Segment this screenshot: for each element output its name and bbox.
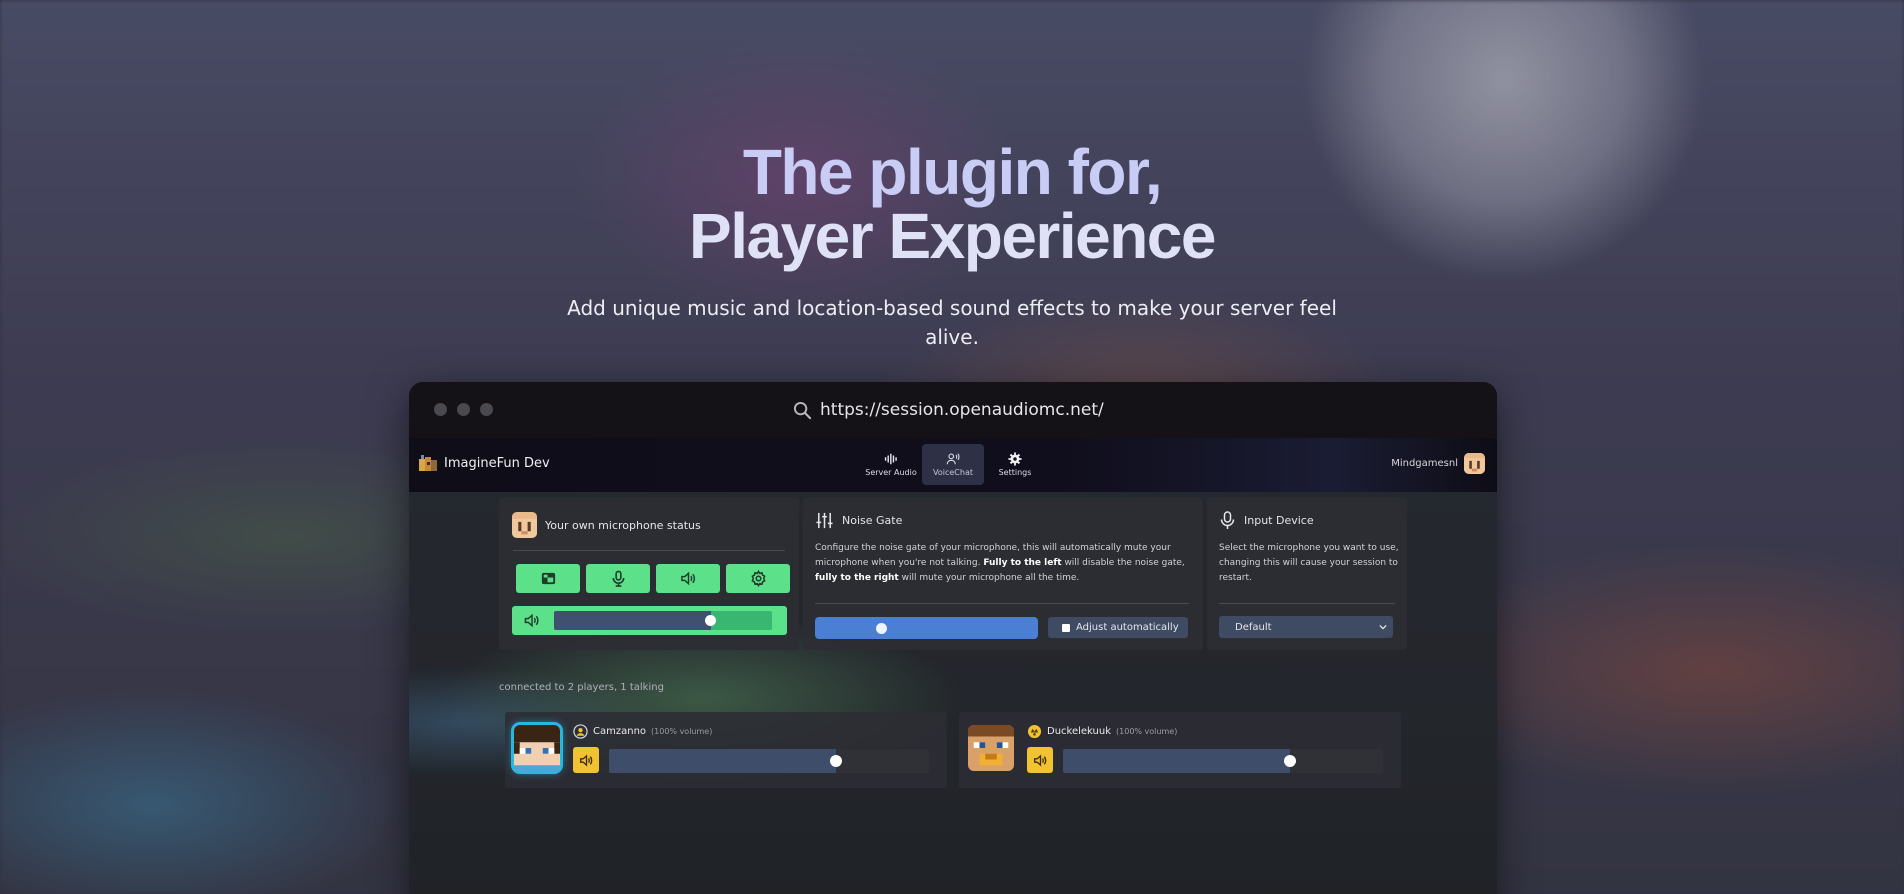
own-volume-slider[interactable] xyxy=(512,606,787,635)
window-close-dot[interactable] xyxy=(434,403,447,416)
avatar xyxy=(1464,453,1485,474)
adjust-automatically-checkbox[interactable]: Adjust automatically xyxy=(1048,617,1188,638)
badge-icon xyxy=(1027,724,1042,739)
player-volume-label: (100% volume) xyxy=(651,727,713,736)
player-name: Duckelekuuk xyxy=(1047,726,1112,737)
tab-server-audio[interactable]: Server Audio xyxy=(860,444,922,485)
player-volume-thumb[interactable] xyxy=(1284,755,1296,767)
speaker-icon xyxy=(524,613,539,628)
tab-label: Settings xyxy=(998,468,1032,477)
avatar xyxy=(968,725,1014,771)
chevron-down-icon xyxy=(1379,624,1387,630)
hero-subtitle: Add unique music and location-based soun… xyxy=(567,296,1337,349)
noise-gate-title: Noise Gate xyxy=(842,514,903,527)
hero-section: The plugin for, Player Experience Add un… xyxy=(0,140,1904,352)
tab-settings[interactable]: Settings xyxy=(984,444,1046,485)
divider xyxy=(1219,603,1395,604)
input-device-selected: Default xyxy=(1235,621,1272,633)
player-volume-slider[interactable] xyxy=(1063,749,1383,773)
browser-window: https://session.openaudiomc.net/ Imagine… xyxy=(409,382,1497,894)
player-name-row: Camzanno (100% volume) xyxy=(573,724,712,739)
gear-icon xyxy=(750,570,766,587)
tab-label: Server Audio xyxy=(865,468,917,477)
noise-gate-thumb[interactable] xyxy=(876,623,887,634)
sound-wave-icon xyxy=(884,453,897,465)
voice-chat-icon xyxy=(946,453,960,465)
brand-name: ImagineFun Dev xyxy=(444,455,550,471)
hero-title-line-1: The plugin for, xyxy=(742,136,1163,208)
gear-icon xyxy=(1008,452,1022,466)
input-device-title: Input Device xyxy=(1244,514,1314,527)
noise-gate-text-bold-1: Fully to the left xyxy=(983,558,1062,568)
input-device-header: Input Device xyxy=(1219,511,1314,530)
player-volume-slider[interactable] xyxy=(609,749,929,773)
url-text[interactable]: https://session.openaudiomc.net/ xyxy=(820,400,1104,420)
player-card: Camzanno (100% volume) xyxy=(505,712,947,788)
microphone-toggle-button[interactable] xyxy=(586,564,650,593)
speaker-icon xyxy=(579,753,592,767)
app-navbar: ImagineFun Dev Server Audio VoiceChat Se… xyxy=(409,438,1497,492)
search-icon xyxy=(793,401,812,419)
player-mute-button[interactable] xyxy=(573,747,599,773)
sliders-icon xyxy=(816,512,833,529)
player-card: Duckelekuuk (100% volume) xyxy=(959,712,1401,788)
input-device-description: Select the microphone you want to use, c… xyxy=(1219,543,1399,583)
microphone-icon xyxy=(612,570,624,587)
own-volume-track[interactable] xyxy=(554,611,772,630)
window-maximize-dot[interactable] xyxy=(480,403,493,416)
input-device-select[interactable]: Default xyxy=(1219,616,1393,638)
tab-voicechat[interactable]: VoiceChat xyxy=(922,444,984,485)
microphone-icon xyxy=(1220,511,1235,529)
user-name: Mindgamesnl xyxy=(1391,458,1458,469)
own-volume-thumb[interactable] xyxy=(705,615,716,626)
own-volume-fill xyxy=(554,611,711,630)
input-device-card: Input Device Select the microphone you w… xyxy=(1207,498,1407,650)
nav-tabs: Server Audio VoiceChat Settings xyxy=(860,444,1046,485)
brand[interactable]: ImagineFun Dev xyxy=(419,455,550,471)
player-volume-thumb[interactable] xyxy=(830,755,842,767)
user-menu[interactable]: Mindgamesnl xyxy=(1391,453,1485,474)
camera-toggle-button[interactable] xyxy=(516,564,580,593)
mic-status-title: Your own microphone status xyxy=(545,518,701,532)
mic-status-header: Your own microphone status xyxy=(512,512,701,538)
hero-title-line-2: Player Experience xyxy=(689,200,1216,272)
tab-label: VoiceChat xyxy=(933,468,973,477)
noise-gate-text-bold-2: fully to the right xyxy=(815,573,899,583)
divider xyxy=(815,603,1189,604)
address-bar[interactable]: https://session.openaudiomc.net/ xyxy=(793,397,1104,423)
connection-status: connected to 2 players, 1 talking xyxy=(499,682,664,693)
player-mute-button[interactable] xyxy=(1027,747,1053,773)
mic-settings-button[interactable] xyxy=(726,564,790,593)
avatar xyxy=(512,512,537,538)
app-viewport: ImagineFun Dev Server Audio VoiceChat Se… xyxy=(409,438,1497,894)
browser-titlebar: https://session.openaudiomc.net/ xyxy=(409,382,1497,438)
speaker-toggle-button[interactable] xyxy=(656,564,720,593)
speaker-icon xyxy=(1033,753,1046,767)
noise-gate-text-2: will disable the noise gate, xyxy=(1061,558,1185,568)
player-name: Camzanno xyxy=(593,726,647,737)
player-volume-label: (100% volume) xyxy=(1116,727,1178,736)
player-volume-fill xyxy=(609,749,836,773)
checkbox-box[interactable] xyxy=(1062,623,1070,632)
noise-gate-header: Noise Gate xyxy=(815,511,902,530)
player-name-row: Duckelekuuk (100% volume) xyxy=(1027,724,1177,739)
mic-control-buttons xyxy=(516,564,790,593)
avatar xyxy=(514,725,560,771)
window-controls xyxy=(434,403,493,416)
divider xyxy=(513,550,785,551)
hero-title: The plugin for, Player Experience xyxy=(0,140,1904,268)
brand-logo-icon xyxy=(419,455,437,471)
speaker-icon xyxy=(680,571,695,586)
adjust-automatically-label: Adjust automatically xyxy=(1076,622,1179,633)
camera-icon xyxy=(541,572,555,585)
window-minimize-dot[interactable] xyxy=(457,403,470,416)
noise-gate-slider[interactable] xyxy=(815,617,1038,639)
noise-gate-text-3: will mute your microphone all the time. xyxy=(898,573,1080,583)
noise-gate-description: Configure the noise gate of your microph… xyxy=(815,541,1195,586)
user-circle-icon xyxy=(573,724,588,739)
player-volume-fill xyxy=(1063,749,1290,773)
noise-gate-card: Noise Gate Configure the noise gate of y… xyxy=(803,498,1203,650)
mic-status-card: Your own microphone status xyxy=(499,498,799,650)
